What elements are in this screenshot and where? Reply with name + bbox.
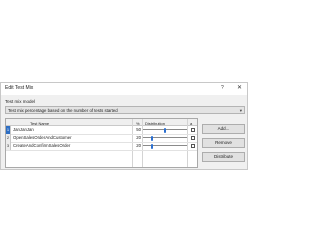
grid-header: Test Name % Distribution a (6, 119, 197, 126)
header-test-name[interactable]: Test Name (30, 121, 49, 126)
test-mix-model-label: Test mix model (5, 99, 36, 104)
row-index[interactable]: 3 (6, 142, 11, 150)
distribution-slider[interactable] (143, 127, 187, 133)
header-lock[interactable]: a (190, 121, 192, 126)
edit-test-mix-dialog: Edit Test Mix ? ✕ Test mix model Test mi… (0, 82, 248, 170)
percent-cell[interactable]: 20 (127, 142, 141, 150)
test-name-cell[interactable]: CreateAndConfirmSalesOrder (13, 142, 70, 150)
lock-checkbox[interactable] (191, 143, 196, 148)
chevron-down-icon: ▾ (239, 107, 242, 113)
title-bar: Edit Test Mix ? ✕ (1, 83, 247, 95)
test-name-cell[interactable]: JanJanJan (13, 126, 34, 134)
test-mix-model-select[interactable]: Test mix percentage based on the number … (5, 106, 245, 114)
table-row[interactable]: 1 JanJanJan 50 (6, 126, 197, 134)
row-index[interactable]: 2 (6, 134, 11, 142)
add-button[interactable]: Add... (202, 124, 245, 134)
close-button[interactable]: ✕ (237, 84, 242, 91)
table-row[interactable]: 2 OpenSalesOrderAndCustomer 20 (6, 134, 197, 142)
header-distribution[interactable]: Distribution (145, 121, 165, 126)
row-index[interactable]: 1 (6, 126, 11, 134)
table-row[interactable]: 3 CreateAndConfirmSalesOrder 20 (6, 142, 197, 150)
lock-checkbox[interactable] (191, 135, 196, 140)
percent-cell[interactable]: 50 (127, 126, 141, 134)
distribute-button[interactable]: Distribute (202, 152, 245, 162)
test-name-cell[interactable]: OpenSalesOrderAndCustomer (13, 134, 72, 142)
slider-thumb[interactable] (164, 127, 166, 133)
test-mix-model-value: Test mix percentage based on the number … (8, 108, 118, 114)
slider-thumb[interactable] (150, 135, 153, 141)
header-percent[interactable]: % (136, 121, 140, 126)
percent-cell[interactable]: 20 (127, 134, 141, 142)
dialog-title: Edit Test Mix (5, 85, 34, 91)
distribution-slider[interactable] (143, 135, 187, 141)
lock-checkbox[interactable] (191, 127, 196, 132)
remove-button[interactable]: Remove (202, 138, 245, 148)
row-divider (6, 150, 197, 151)
slider-thumb[interactable] (150, 143, 153, 149)
distribution-slider[interactable] (143, 143, 187, 149)
test-mix-grid: Test Name % Distribution a 1 JanJanJan 5… (5, 118, 198, 168)
help-button[interactable]: ? (221, 85, 224, 91)
